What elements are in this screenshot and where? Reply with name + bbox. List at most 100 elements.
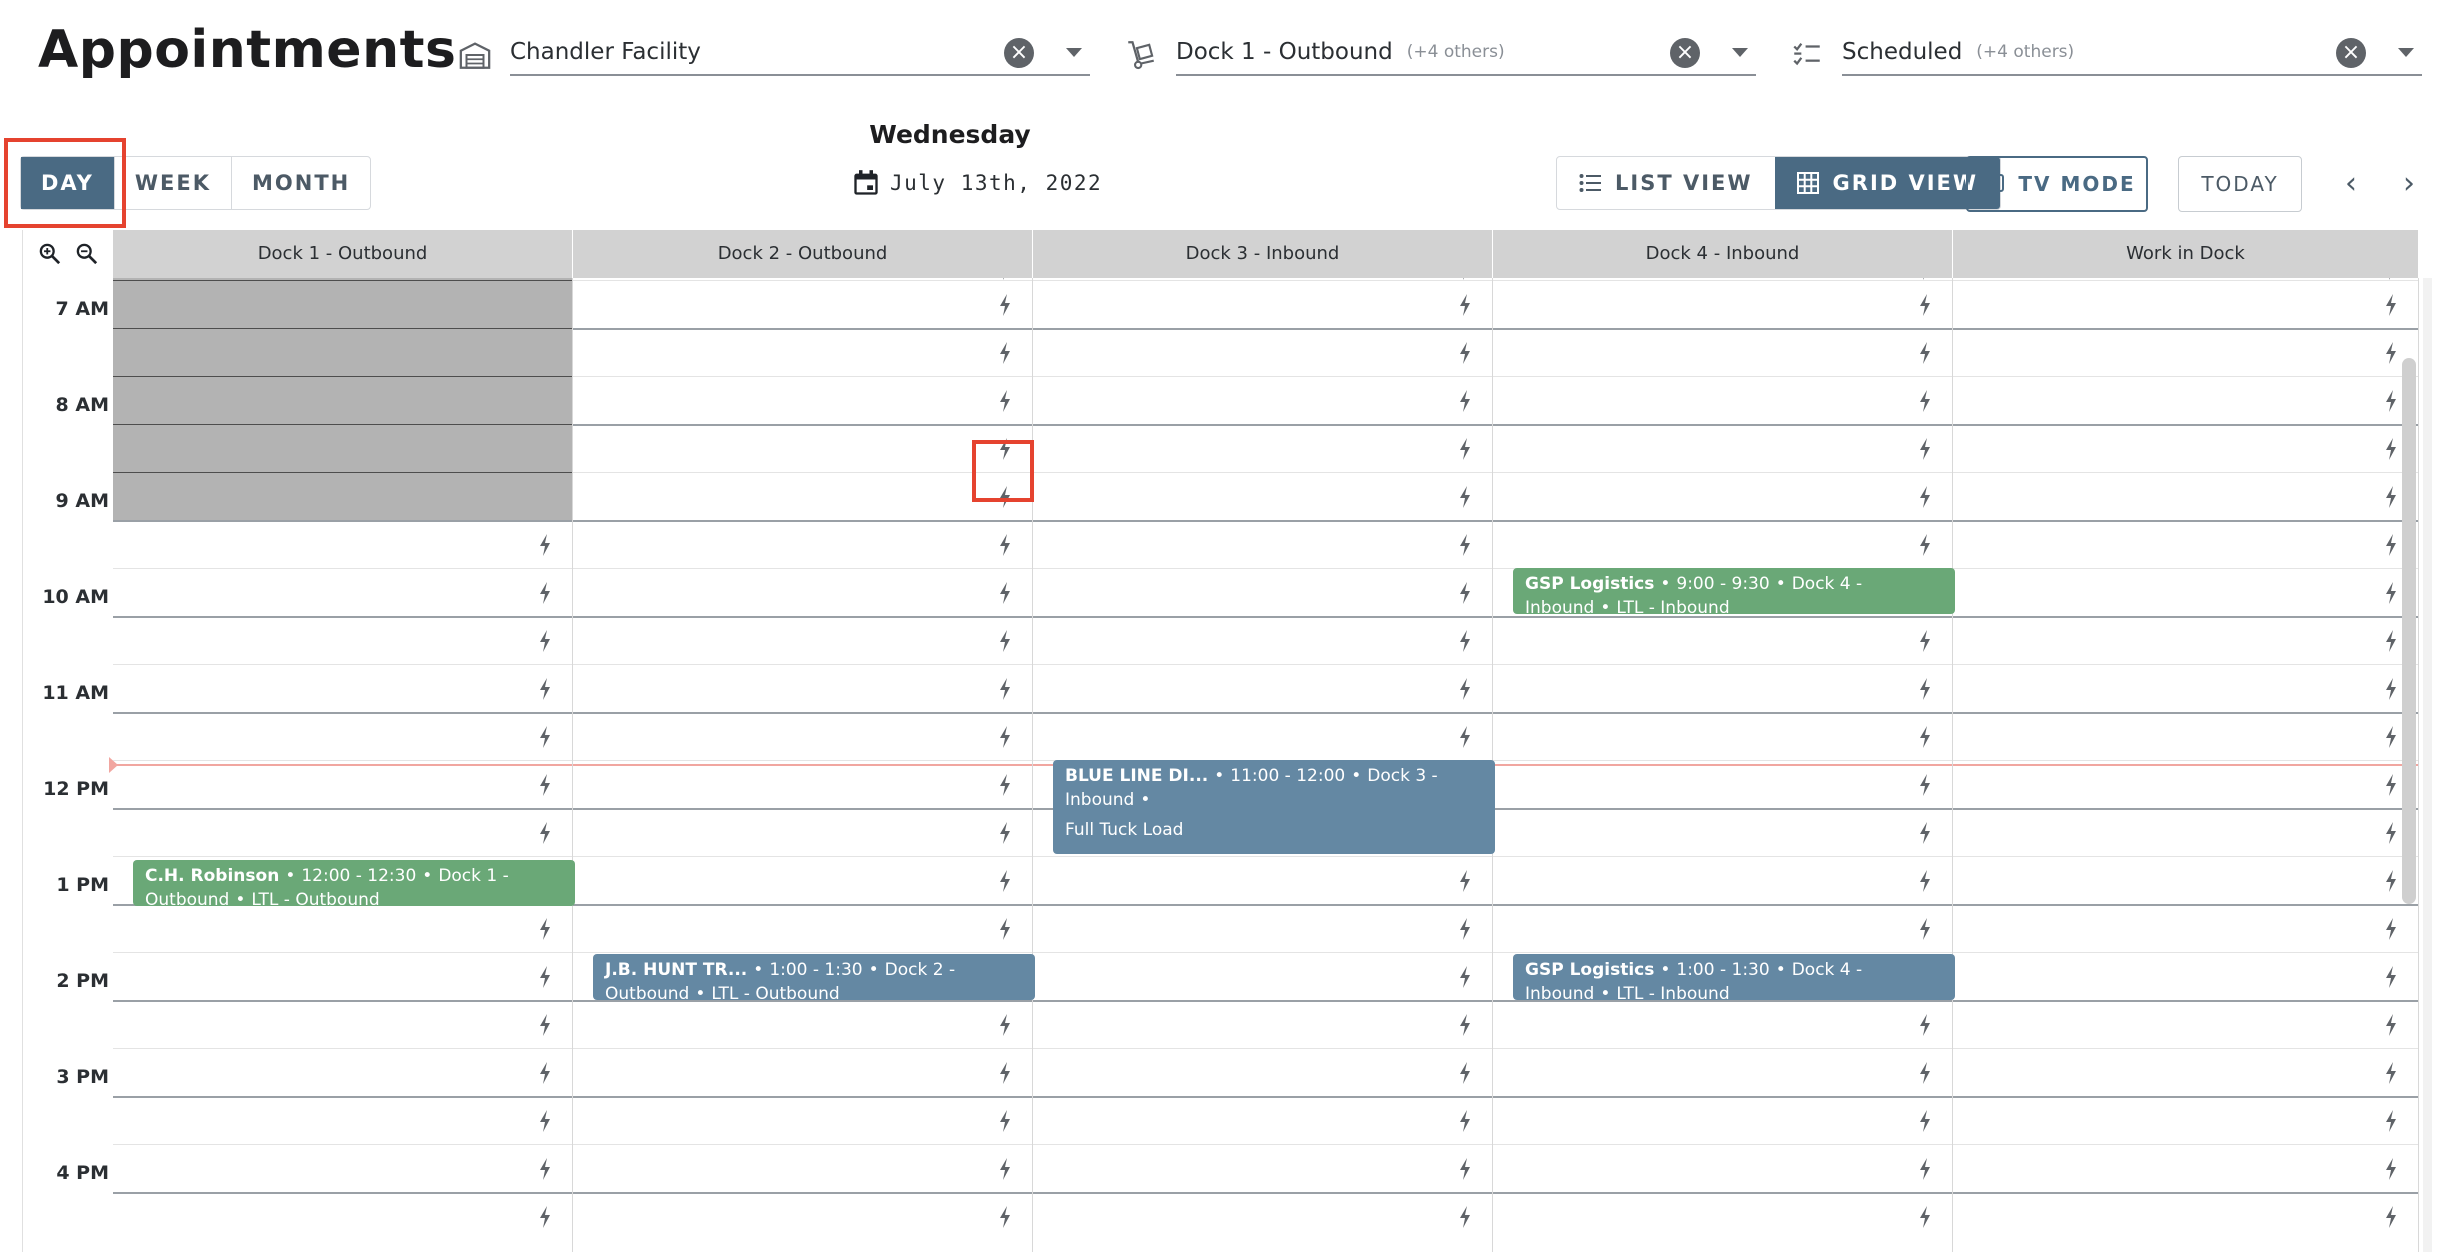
time-slot[interactable]: [573, 424, 1032, 472]
time-slot[interactable]: [1033, 712, 1492, 760]
time-slot[interactable]: [113, 568, 572, 616]
quick-book-icon[interactable]: [2384, 294, 2398, 316]
quick-book-icon[interactable]: [538, 678, 552, 700]
quick-book-icon[interactable]: [1918, 918, 1932, 940]
time-slot[interactable]: [1953, 1048, 2418, 1096]
time-slot[interactable]: [573, 568, 1032, 616]
quick-book-icon[interactable]: [1458, 294, 1472, 316]
time-slot[interactable]: [1953, 568, 2418, 616]
time-slot[interactable]: [1953, 1000, 2418, 1048]
time-slot[interactable]: [113, 520, 572, 568]
quick-book-icon[interactable]: [1918, 1206, 1932, 1228]
time-slot[interactable]: [1033, 280, 1492, 328]
quick-book-icon[interactable]: [998, 630, 1012, 652]
time-slot[interactable]: [1033, 904, 1492, 952]
time-slot[interactable]: [1953, 1096, 2418, 1144]
time-slot[interactable]: [113, 616, 572, 664]
quick-book-icon[interactable]: [2384, 822, 2398, 844]
quick-book-icon[interactable]: [998, 534, 1012, 556]
quick-book-icon[interactable]: [2384, 1158, 2398, 1180]
time-slot[interactable]: [1953, 472, 2418, 520]
time-slot[interactable]: [573, 280, 1032, 328]
time-slot[interactable]: [573, 856, 1032, 904]
time-slot[interactable]: [573, 808, 1032, 856]
time-slot[interactable]: [1493, 1144, 1952, 1192]
time-slot[interactable]: [1033, 1192, 1492, 1240]
time-slot[interactable]: [573, 1144, 1032, 1192]
appointment-card[interactable]: BLUE LINE DI... • 11:00 - 12:00 • Dock 3 - I…: [1053, 760, 1495, 854]
quick-book-icon[interactable]: [998, 822, 1012, 844]
quick-book-icon[interactable]: [1458, 1110, 1472, 1132]
quick-book-icon[interactable]: [998, 438, 1012, 460]
time-slot[interactable]: [113, 1048, 572, 1096]
clear-facility-icon[interactable]: ×: [1004, 38, 1034, 68]
quick-book-icon[interactable]: [538, 774, 552, 796]
quick-book-icon[interactable]: [998, 1062, 1012, 1084]
zoom-in-icon[interactable]: [39, 243, 61, 265]
quick-book-icon[interactable]: [1918, 870, 1932, 892]
quick-book-icon[interactable]: [538, 630, 552, 652]
quick-book-icon[interactable]: [998, 918, 1012, 940]
time-slot[interactable]: [113, 664, 572, 712]
time-slot[interactable]: [1493, 1192, 1952, 1240]
scrollbar-track[interactable]: [2423, 278, 2432, 1252]
time-slot[interactable]: [1493, 664, 1952, 712]
zoom-out-icon[interactable]: [76, 243, 98, 265]
time-slot[interactable]: [1493, 904, 1952, 952]
time-slot[interactable]: [573, 760, 1032, 808]
time-slot[interactable]: [113, 712, 572, 760]
quick-book-icon[interactable]: [538, 1110, 552, 1132]
chevron-down-icon[interactable]: [1066, 48, 1082, 57]
date-picker[interactable]: July 13th, 2022: [852, 168, 1102, 198]
quick-book-icon[interactable]: [2384, 774, 2398, 796]
quick-book-icon[interactable]: [1458, 1158, 1472, 1180]
quick-book-icon[interactable]: [2384, 390, 2398, 412]
time-slot[interactable]: [113, 1192, 572, 1240]
chevron-down-icon[interactable]: [1732, 48, 1748, 57]
time-slot[interactable]: [573, 712, 1032, 760]
chevron-down-icon[interactable]: [2398, 48, 2414, 57]
list-view-button[interactable]: LIST VIEW: [1557, 157, 1775, 209]
scrollbar-thumb[interactable]: [2402, 358, 2416, 904]
time-slot[interactable]: [1493, 808, 1952, 856]
quick-book-icon[interactable]: [2384, 486, 2398, 508]
quick-book-icon[interactable]: [1458, 534, 1472, 556]
quick-book-icon[interactable]: [2384, 630, 2398, 652]
time-slot[interactable]: [1033, 616, 1492, 664]
quick-book-icon[interactable]: [1458, 870, 1472, 892]
quick-book-icon[interactable]: [998, 390, 1012, 412]
time-slot[interactable]: [113, 760, 572, 808]
week-button[interactable]: WEEK: [115, 157, 233, 209]
quick-book-icon[interactable]: [2384, 1014, 2398, 1036]
time-slot[interactable]: [1493, 760, 1952, 808]
appointment-card[interactable]: C.H. Robinson • 12:00 - 12:30 • Dock 1 - Out…: [133, 860, 575, 906]
time-slot[interactable]: [113, 1144, 572, 1192]
quick-book-icon[interactable]: [1918, 1110, 1932, 1132]
time-slot[interactable]: [1033, 568, 1492, 616]
time-slot[interactable]: [573, 1000, 1032, 1048]
quick-book-icon[interactable]: [1918, 294, 1932, 316]
quick-book-icon[interactable]: [1918, 534, 1932, 556]
time-slot[interactable]: [1493, 280, 1952, 328]
quick-book-icon[interactable]: [1458, 486, 1472, 508]
quick-book-icon[interactable]: [2384, 534, 2398, 556]
time-slot[interactable]: [573, 472, 1032, 520]
time-slot[interactable]: [113, 808, 572, 856]
today-button[interactable]: TODAY: [2178, 156, 2302, 212]
time-slot[interactable]: [1033, 328, 1492, 376]
time-slot[interactable]: [1953, 712, 2418, 760]
quick-book-icon[interactable]: [1918, 1014, 1932, 1036]
time-slot[interactable]: [1953, 760, 2418, 808]
time-slot[interactable]: [573, 376, 1032, 424]
quick-book-icon[interactable]: [998, 726, 1012, 748]
quick-book-icon[interactable]: [998, 774, 1012, 796]
quick-book-icon[interactable]: [2384, 726, 2398, 748]
quick-book-icon[interactable]: [1458, 390, 1472, 412]
quick-book-icon[interactable]: [998, 1206, 1012, 1228]
time-slot[interactable]: [1033, 424, 1492, 472]
time-slot[interactable]: [1953, 664, 2418, 712]
quick-book-icon[interactable]: [998, 486, 1012, 508]
time-slot[interactable]: [573, 616, 1032, 664]
quick-book-icon[interactable]: [998, 342, 1012, 364]
quick-book-icon[interactable]: [1458, 342, 1472, 364]
